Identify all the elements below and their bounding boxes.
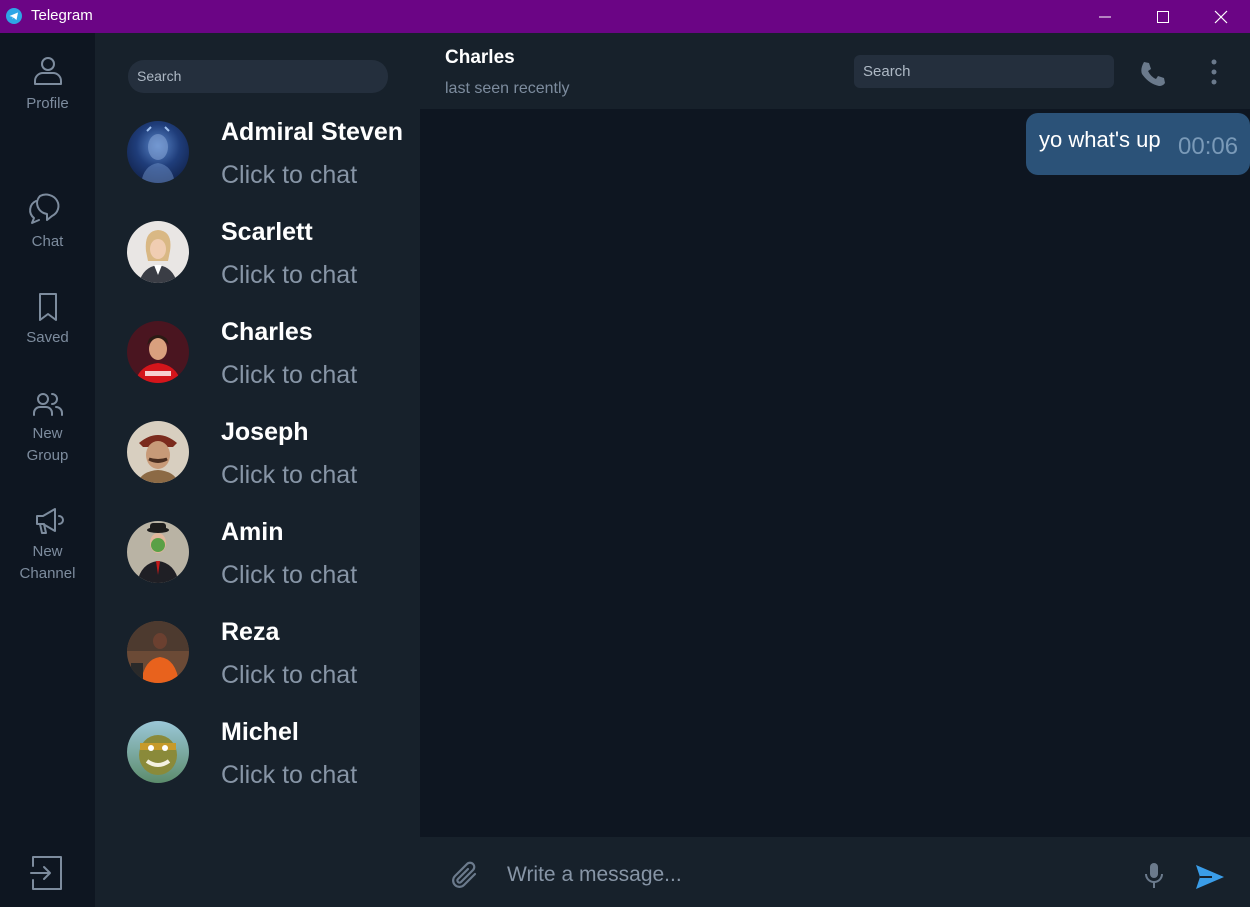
close-button[interactable]	[1192, 0, 1250, 33]
message-composer: Write a message...	[420, 837, 1250, 907]
profile-icon	[33, 57, 62, 85]
avatar	[127, 121, 189, 183]
contact-subtitle: Click to chat	[221, 461, 358, 489]
chat-list-item[interactable]: Joseph Click to chat	[95, 418, 420, 521]
send-icon	[1196, 865, 1224, 889]
rail-label-profile: Profile	[26, 95, 69, 112]
contact-subtitle: Click to chat	[221, 161, 358, 189]
contact-name: Amin	[221, 518, 284, 546]
side-rail: Profile Chat Saved New Group New Channel	[0, 33, 95, 907]
message-text: yo what's up	[1039, 127, 1161, 152]
send-button[interactable]	[1194, 863, 1226, 896]
logout-button[interactable]	[0, 853, 95, 897]
contact-name: Scarlett	[221, 218, 313, 246]
rail-label-new-group-2: Group	[26, 447, 69, 464]
chat-list-item[interactable]: Charles Click to chat	[95, 318, 420, 421]
more-menu-button[interactable]	[1204, 59, 1224, 92]
chat-contact-name[interactable]: Charles	[445, 47, 515, 69]
message-bubble-outgoing[interactable]: yo what's up 00:06	[1026, 113, 1250, 175]
group-icon	[32, 393, 63, 416]
maximize-button[interactable]	[1134, 0, 1192, 33]
chat-list-item[interactable]: Reza Click to chat	[95, 618, 420, 721]
rail-item-new-group[interactable]: New Group	[0, 391, 95, 467]
contact-name: Joseph	[221, 418, 309, 446]
minimize-button[interactable]	[1076, 0, 1134, 33]
chat-bubbles-icon	[28, 193, 59, 224]
contact-subtitle: Click to chat	[221, 261, 358, 289]
contact-subtitle: Click to chat	[221, 661, 358, 689]
contact-subtitle: Click to chat	[221, 361, 358, 389]
contact-name: Reza	[221, 618, 280, 646]
chat-main-panel: Charles last seen recently Search yo wha…	[420, 33, 1250, 907]
phone-icon	[1141, 62, 1165, 86]
contact-name: Admiral Steven	[221, 118, 404, 146]
rail-label-new-channel-1: New	[32, 543, 63, 560]
voice-message-button[interactable]	[1142, 861, 1166, 896]
attach-button[interactable]	[448, 859, 482, 898]
rail-label-chat: Chat	[31, 233, 64, 250]
avatar	[127, 621, 189, 683]
window-title: Telegram	[31, 7, 93, 24]
avatar	[127, 721, 189, 783]
chat-list-search-input[interactable]: Search	[128, 60, 388, 93]
more-vertical-icon	[1211, 59, 1217, 85]
megaphone-icon	[35, 508, 64, 534]
contact-name: Charles	[221, 318, 313, 346]
rail-item-chat[interactable]: Chat	[0, 187, 95, 253]
avatar	[127, 421, 189, 483]
rail-item-new-channel[interactable]: New Channel	[0, 505, 95, 585]
minimize-icon	[1099, 16, 1111, 17]
chat-list-item[interactable]: Admiral Steven Click to chat	[95, 118, 420, 221]
rail-label-new-channel-2: Channel	[19, 565, 76, 582]
bookmark-icon	[38, 293, 57, 321]
chat-header: Charles last seen recently Search	[420, 33, 1250, 109]
avatar	[127, 321, 189, 383]
call-button[interactable]	[1138, 59, 1166, 92]
avatar	[127, 221, 189, 283]
chat-contact-status: last seen recently	[445, 80, 570, 97]
chat-list-item[interactable]: Michel Click to chat	[95, 718, 420, 821]
rail-label-new-group-1: New	[32, 425, 63, 442]
title-bar: Telegram	[0, 0, 1250, 33]
rail-item-saved[interactable]: Saved	[0, 291, 95, 349]
microphone-icon	[1145, 863, 1163, 888]
paperclip-icon	[452, 861, 477, 888]
chat-list-panel: Search Admiral Steven Click to chat Scar…	[95, 33, 420, 907]
avatar	[127, 521, 189, 583]
chat-search-input[interactable]: Search	[854, 55, 1114, 88]
logout-icon	[29, 856, 62, 890]
rail-label-saved: Saved	[26, 329, 69, 346]
contact-subtitle: Click to chat	[221, 761, 358, 789]
chat-list-item[interactable]: Amin Click to chat	[95, 518, 420, 621]
contact-subtitle: Click to chat	[221, 561, 358, 589]
contact-name: Michel	[221, 718, 299, 746]
rail-item-profile[interactable]: Profile	[0, 53, 95, 115]
message-time: 00:06	[1178, 133, 1239, 160]
chat-list-item[interactable]: Scarlett Click to chat	[95, 218, 420, 321]
message-input[interactable]: Write a message...	[507, 863, 682, 887]
maximize-icon	[1157, 10, 1169, 23]
telegram-logo-icon	[6, 8, 22, 24]
close-icon	[1214, 10, 1228, 23]
